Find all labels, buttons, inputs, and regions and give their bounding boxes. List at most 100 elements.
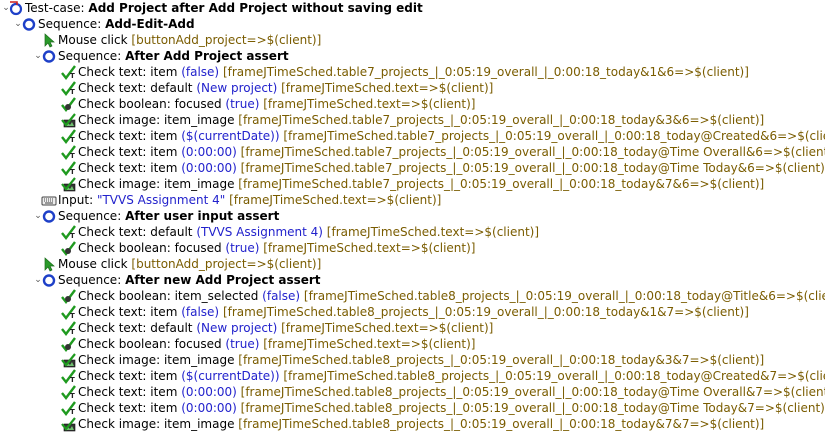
tree-node-text[interactable]: T Check text: item (0:00:00) [frameJTimeS… [0, 400, 825, 416]
node-prefix: Check text: item [78, 401, 182, 415]
node-label: Sequence: After user input assert [58, 208, 279, 224]
node-label: Check text: default (New project) [frame… [78, 320, 493, 336]
tree-node-bool[interactable]: Check boolean: focused (true) [frameJTim… [0, 96, 825, 112]
check-text-icon: T [61, 161, 77, 176]
node-component: [frameJTimeSched.table8_projects_|_0:05:… [236, 385, 825, 399]
node-label: Check boolean: focused (true) [frameJTim… [78, 240, 475, 256]
tree-node-text[interactable]: T Check text: item (false) [frameJTimeSch… [0, 64, 825, 80]
node-prefix: Sequence: [38, 17, 106, 31]
tree-node-text[interactable]: T Check text: default (New project) [fram… [0, 80, 825, 96]
tree-node-image[interactable]: Check image: item_image [frameJTimeSched… [0, 112, 825, 128]
tree-node-mouse[interactable]: Mouse click [buttonAdd_project=>$(client… [0, 32, 825, 48]
node-value: (0:00:00) [181, 385, 237, 399]
tree-node-sequence[interactable]: ⌄ Sequence: After Add Project assert [0, 48, 825, 64]
svg-text:T: T [70, 88, 75, 96]
node-component: [frameJTimeSched.table8_projects_|_0:05:… [238, 417, 765, 431]
node-prefix: Mouse click [58, 257, 132, 271]
node-label: Mouse click [buttonAdd_project=>$(client… [58, 256, 321, 272]
check-text-icon: T [61, 401, 77, 416]
tree-node-image[interactable]: Check image: item_image [frameJTimeSched… [0, 352, 825, 368]
node-label: Check image: item_image [frameJTimeSched… [78, 176, 764, 192]
node-value: (true) [225, 241, 260, 255]
svg-text:T: T [70, 72, 75, 80]
tree-node-text[interactable]: T Check text: item (0:00:00) [frameJTimeS… [0, 144, 825, 160]
node-prefix: Check boolean: item_selected [78, 289, 263, 303]
node-label: Check text: item (0:00:00) [frameJTimeSc… [78, 400, 825, 416]
node-label: Check text: item (0:00:00) [frameJTimeSc… [78, 160, 825, 176]
node-component: [frameJTimeSched.text=>$(client)] [259, 241, 476, 255]
node-label: Check text: default (New project) [frame… [78, 80, 493, 96]
node-label: Sequence: After Add Project assert [58, 48, 289, 64]
check-text-icon: T [61, 305, 77, 320]
node-prefix: Sequence: [58, 273, 126, 287]
tree-node-testcase[interactable]: ⌄ Test-case: Add Project after Add Projec… [0, 0, 825, 16]
tree-node-text[interactable]: T Check text: default (New project) [fram… [0, 320, 825, 336]
tree-node-text[interactable]: T Check text: item (false) [frameJTimeSch… [0, 304, 825, 320]
svg-text:T: T [70, 328, 75, 336]
node-prefix: Check text: item [78, 305, 182, 319]
tree-node-sequence[interactable]: ⌄ Sequence: After new Add Project assert [0, 272, 825, 288]
node-prefix: Check text: default [78, 225, 197, 239]
test-tree[interactable]: ⌄ Test-case: Add Project after Add Projec… [0, 0, 825, 432]
node-value: (true) [225, 337, 260, 351]
tree-node-text[interactable]: T Check text: item ($(currentDate)) [fram… [0, 128, 825, 144]
tree-node-text[interactable]: T Check text: item (0:00:00) [frameJTimeS… [0, 160, 825, 176]
node-component: [frameJTimeSched.table8_projects_|_0:05:… [236, 401, 825, 415]
svg-text:T: T [70, 152, 75, 160]
tree-node-sequence[interactable]: ⌄ Sequence: Add-Edit-Add [0, 16, 825, 32]
node-prefix: Check boolean: focused [78, 97, 226, 111]
node-title: After new Add Project assert [125, 273, 321, 287]
check-text-icon: T [61, 225, 77, 240]
node-value: (New project) [196, 81, 278, 95]
node-label: Check text: item ($(currentDate)) [frame… [78, 368, 825, 384]
check-text-icon: T [61, 65, 77, 80]
svg-text:T: T [70, 376, 75, 384]
node-title: Add-Edit-Add [105, 17, 195, 31]
tree-node-bool[interactable]: Check boolean: focused (true) [frameJTim… [0, 240, 825, 256]
node-component: [frameJTimeSched.text=>$(client)] [277, 321, 494, 335]
tree-node-bool[interactable]: Check boolean: focused (true) [frameJTim… [0, 336, 825, 352]
check-text-icon: T [61, 129, 77, 144]
tree-node-sequence[interactable]: ⌄ Sequence: After user input assert [0, 208, 825, 224]
node-value: ($(currentDate)) [181, 129, 280, 143]
tree-node-input[interactable]: Input: "TVVS Assignment 4" [frameJTimeSc… [0, 192, 825, 208]
tree-node-bool[interactable]: Check boolean: item_selected (false) [fr… [0, 288, 825, 304]
node-label: Check text: item (0:00:00) [frameJTimeSc… [78, 384, 825, 400]
node-component: [frameJTimeSched.text=>$(client)] [322, 225, 540, 239]
node-prefix: Check text: default [78, 81, 197, 95]
node-prefix: Check boolean: focused [78, 337, 226, 351]
tree-node-text[interactable]: T Check text: item (0:00:00) [frameJTimeS… [0, 384, 825, 400]
check-boolean-icon [61, 241, 77, 256]
node-prefix: Check text: item [78, 369, 182, 383]
node-component: [frameJTimeSched.text=>$(client)] [259, 97, 476, 111]
node-component: [frameJTimeSched.table8_projects_|_0:05:… [238, 353, 765, 367]
tree-node-image[interactable]: Check image: item_image [frameJTimeSched… [0, 176, 825, 192]
check-text-icon: T [61, 145, 77, 160]
mouse-pointer-icon [41, 257, 57, 272]
node-prefix: Check text: item [78, 65, 182, 79]
node-label: Check text: item (false) [frameJTimeSche… [78, 64, 749, 80]
tree-node-text[interactable]: T Check text: default (TVVS Assignment 4)… [0, 224, 825, 240]
node-title: After user input assert [125, 209, 280, 223]
node-component: [frameJTimeSched.table7_projects_|_0:05:… [279, 129, 825, 143]
node-component: [frameJTimeSched.text=>$(client)] [277, 81, 494, 95]
tree-node-mouse[interactable]: Mouse click [buttonAdd_project=>$(client… [0, 256, 825, 272]
node-label: Sequence: After new Add Project assert [58, 272, 321, 288]
node-prefix: Check text: item [78, 129, 182, 143]
node-value: ($(currentDate)) [181, 369, 280, 383]
tree-node-text[interactable]: T Check text: item ($(currentDate)) [fram… [0, 368, 825, 384]
node-label: Sequence: Add-Edit-Add [38, 16, 195, 32]
node-label: Check boolean: focused (true) [frameJTim… [78, 96, 475, 112]
node-value: "TVVS Assignment 4" [96, 193, 226, 207]
mouse-pointer-icon [41, 33, 57, 48]
check-text-icon: T [61, 369, 77, 384]
node-prefix: Check text: item [78, 161, 182, 175]
node-prefix: Test-case: [25, 1, 89, 15]
node-label: Input: "TVVS Assignment 4" [frameJTimeSc… [58, 192, 441, 208]
node-value: (0:00:00) [181, 401, 237, 415]
node-title: Add Project after Add Project without sa… [88, 1, 423, 15]
node-value: (false) [181, 65, 220, 79]
check-image-icon [61, 417, 77, 432]
check-boolean-icon [61, 97, 77, 112]
tree-node-image[interactable]: Check image: item_image [frameJTimeSched… [0, 416, 825, 432]
